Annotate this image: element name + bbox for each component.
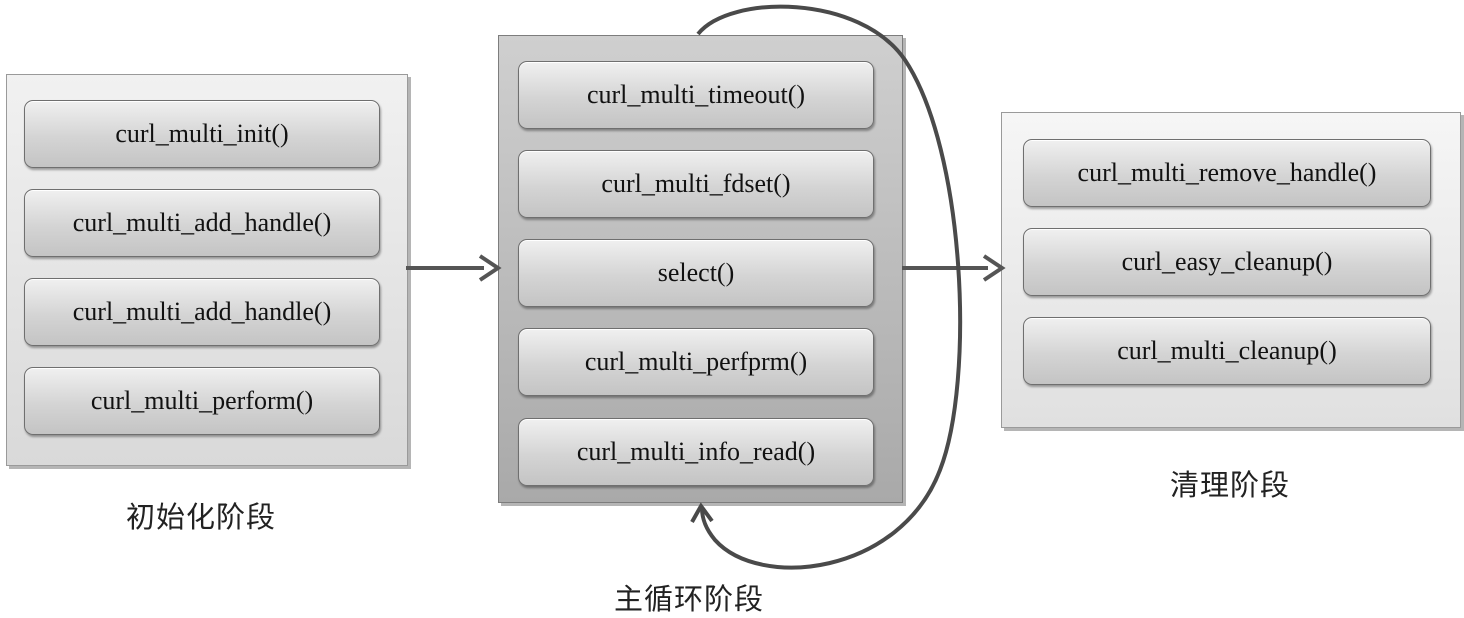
main-loop-curve-arrow: [690, 4, 963, 570]
loop-to-cleanup-arrow: [902, 254, 1006, 282]
loop-curve: [696, 4, 963, 570]
init-to-loop-arrow: [406, 254, 502, 282]
flow-arrows: [406, 4, 1006, 570]
